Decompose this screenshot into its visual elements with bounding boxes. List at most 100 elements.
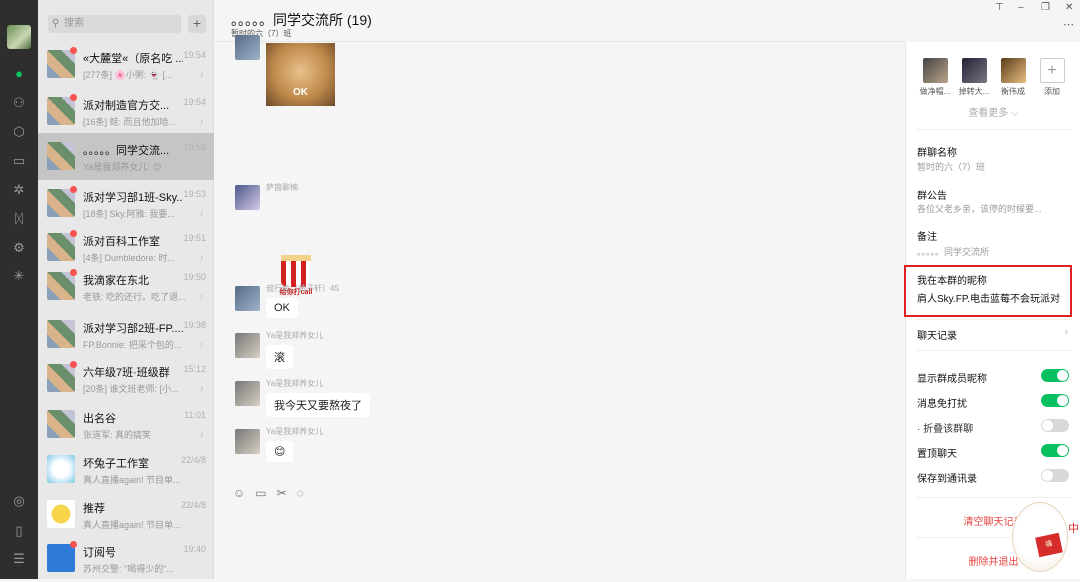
chat-time: 19:51	[183, 233, 206, 243]
mute-icon: ♪	[199, 69, 205, 79]
chat-preview: 真人直播again! 节目单...	[83, 520, 181, 530]
chat-list-panel: ⚲ 搜索 + «大麓堂«（原名吃 ... 19:54 [277条] 🌸小粥: 👻…	[38, 0, 214, 579]
minimize-icon[interactable]: –	[1018, 2, 1024, 13]
doge-sticker[interactable]: OK	[266, 43, 335, 106]
save-contacts-toggle[interactable]	[1041, 469, 1069, 482]
chat-item[interactable]: 坏兔子工作室 22/4/8 真人直播again! 节目单...	[38, 446, 214, 493]
sender-nickname: Ya是我郑养女儿	[266, 331, 324, 340]
chat-avatar	[47, 272, 75, 300]
chat-avatar	[47, 364, 75, 392]
sender-nickname: Ya是我郑养女儿	[266, 379, 324, 388]
moments-icon[interactable]: ✲	[11, 182, 27, 198]
message-bubble[interactable]: 😊	[266, 441, 294, 462]
mute-toggle[interactable]	[1041, 394, 1069, 407]
scissors-icon[interactable]: ✂	[277, 486, 297, 500]
input-toolbar: ☺▭✂◌	[233, 486, 314, 500]
chat-item-selected[interactable]: 。。。。。同学交流... 19:53 Ya是我郑养女儿: 😊 ♪	[38, 133, 214, 180]
group-info-panel: 做净帽... 掉转大... 衡伟成 + 添加 查看更多 ⌵ 群聊名称 暂时的六（…	[904, 42, 1080, 579]
red-envelope: 福	[1035, 532, 1063, 558]
message-bubble[interactable]: OK	[266, 298, 298, 318]
chat-item[interactable]: 订阅号 19:40 苏州交警: "喝得少的"...	[38, 535, 214, 582]
member[interactable]: 掉转大...	[958, 58, 990, 97]
member-name: 掉转大...	[958, 87, 990, 96]
chat-name: 订阅号	[83, 547, 116, 559]
chat-history-link[interactable]: 聊天记录	[917, 327, 957, 342]
chat-item[interactable]: «大麓堂«（原名吃 ... 19:54 [277条] 🌸小粥: 👻 [... ♪	[38, 41, 214, 88]
member-avatar	[922, 58, 948, 83]
chat-time: 11:01	[184, 410, 206, 420]
files-icon[interactable]: ▭	[11, 153, 27, 169]
start-group-chat-button[interactable]: +	[188, 15, 206, 33]
fold-toggle[interactable]	[1041, 419, 1069, 432]
sender-nickname: 萨茵聊楠	[266, 183, 298, 192]
remark-label: 备注	[917, 232, 937, 243]
chat-time: 19:53	[183, 189, 206, 199]
mini-program-panel-icon[interactable]: ◎	[11, 493, 27, 509]
user-avatar[interactable]	[7, 25, 31, 49]
mini-program-icon[interactable]: ✳	[11, 268, 27, 284]
chat-time: 19:38	[183, 320, 206, 330]
decor-character: 中	[1068, 523, 1079, 535]
sender-avatar[interactable]	[235, 286, 260, 311]
mute-icon: ♪	[199, 116, 205, 126]
chat-icon[interactable]: ●	[11, 66, 27, 82]
group-name-label: 群聊名称	[917, 148, 957, 159]
member[interactable]: 衡伟成	[997, 58, 1029, 97]
contacts-icon[interactable]: ⚇	[11, 95, 27, 111]
chat-avatar	[47, 500, 75, 528]
more-options-icon[interactable]: ⋯	[1063, 18, 1074, 31]
chat-item[interactable]: 我滴家在东北 19:50 老铁: 吃的还行。吃了退... ♪	[38, 263, 214, 310]
chat-time: 19:53	[183, 142, 206, 152]
chat-preview: 张道军: 真的搞笑	[83, 430, 152, 440]
my-nickname-value[interactable]: 肩人Sky.FP.电击蓝莓不会玩派对	[917, 290, 1067, 305]
chat-item[interactable]: 出名谷 11:01 张道军: 真的搞笑 ♪	[38, 401, 214, 448]
search-input[interactable]: ⚲ 搜索	[48, 15, 181, 33]
member-avatar	[1000, 58, 1026, 83]
close-icon[interactable]: ✕	[1065, 2, 1073, 13]
emoji-icon[interactable]: ☺	[233, 486, 255, 500]
message-bubble[interactable]: 我今天又要熬夜了	[266, 393, 370, 417]
mascot-sticker: 福	[1012, 502, 1068, 572]
view-more-link[interactable]: 查看更多 ⌵	[906, 104, 1080, 119]
sender-avatar[interactable]	[235, 381, 260, 406]
unread-dot	[70, 186, 77, 193]
add-member-button[interactable]: + 添加	[1036, 58, 1068, 97]
member-name: 衡伟成	[1001, 87, 1025, 96]
chat-item[interactable]: 推荐 22/4/8 真人直播again! 节目单...	[38, 491, 214, 538]
chat-bubble-icon[interactable]: ◌	[297, 486, 314, 500]
member[interactable]: 做净帽...	[919, 58, 951, 97]
chat-preview: [277条] 🌸小粥: 👻 [...	[83, 70, 173, 80]
mute-icon: ♪	[199, 208, 205, 218]
unread-dot	[70, 361, 77, 368]
maximize-icon[interactable]: ❐	[1041, 2, 1050, 13]
chat-item[interactable]: 派对制造官方交... 19:54 [16条] 鲑: 而且他加哈... ♪	[38, 88, 214, 135]
search-feature-icon[interactable]: ⚙	[11, 240, 27, 256]
menu-icon[interactable]: ☰	[11, 551, 27, 567]
chat-item[interactable]: 派对学习部2班-FP.... 19:38 FP.Bonnie: 把采个包的...…	[38, 311, 214, 358]
chat-name: 坏兔子工作室	[83, 458, 149, 470]
sender-avatar[interactable]	[235, 333, 260, 358]
show-nickname-toggle[interactable]	[1041, 369, 1069, 382]
pin-chat-toggle[interactable]	[1041, 444, 1069, 457]
chat-preview: Ya是我郑养女儿: 😊	[83, 162, 162, 172]
chat-item[interactable]: 派对学习部1班-Sky... 19:53 [18条] Sky.阿雅: 我要...…	[38, 180, 214, 227]
folder-icon[interactable]: ▭	[255, 486, 276, 500]
message-bubble[interactable]: 滚	[266, 345, 293, 369]
group-name-value[interactable]: 暂时的六（7）班	[917, 160, 1067, 173]
divider	[916, 129, 1071, 130]
group-notice-value[interactable]: 各位父老乡亲，该停的时候要...	[917, 202, 1067, 215]
sender-avatar[interactable]	[235, 35, 260, 60]
pin-window-icon[interactable]: ⊤	[995, 2, 1004, 13]
chat-avatar	[47, 142, 75, 170]
unread-dot	[70, 47, 77, 54]
divider	[916, 319, 1071, 320]
remark-value[interactable]: 。。。。。同学交流所	[917, 245, 1067, 258]
chat-name: 派对制造官方交...	[83, 100, 170, 112]
chat-item[interactable]: 六年级7班·班级群 15:12 [20条] 谁文班老师: [小... ♪	[38, 355, 214, 402]
sender-avatar[interactable]	[235, 185, 260, 210]
favorites-icon[interactable]: ⬡	[11, 124, 27, 140]
chat-time: 19:54	[183, 50, 206, 60]
phone-icon[interactable]: ▯	[11, 523, 27, 539]
channels-icon[interactable]: ᛞ	[11, 211, 27, 227]
sender-avatar[interactable]	[235, 429, 260, 454]
